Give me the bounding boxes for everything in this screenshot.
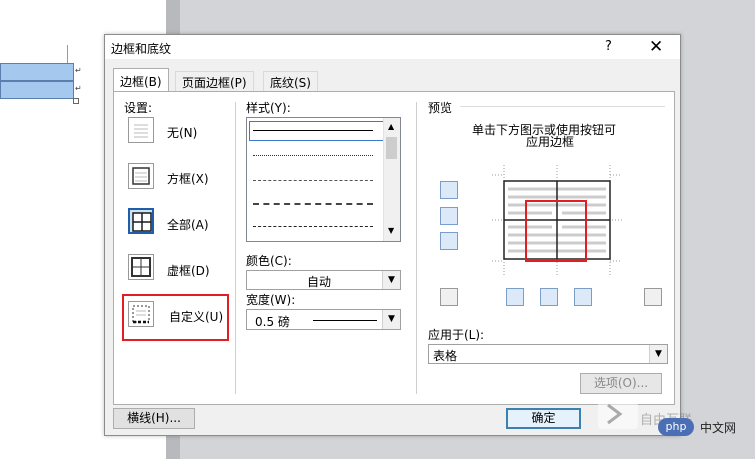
style-label: 样式(Y): — [246, 101, 291, 115]
apply-to-label: 应用于(L): — [428, 328, 485, 342]
setting-none-label[interactable]: 无(N) — [167, 124, 197, 141]
style-listbox[interactable]: ▲ ▼ — [246, 117, 401, 242]
table-cell-selected[interactable] — [0, 63, 74, 81]
inside-vertical-border-button[interactable] — [540, 288, 558, 306]
diagonal-down-border-button[interactable] — [644, 288, 662, 306]
chevron-down-icon[interactable]: ▼ — [649, 345, 667, 363]
preview-rule — [460, 106, 665, 107]
table-resize-handle[interactable] — [73, 98, 79, 104]
top-border-button[interactable] — [440, 181, 458, 199]
preview-label: 预览 — [428, 101, 453, 115]
settings-divider — [235, 102, 236, 394]
table-gridline — [67, 45, 68, 65]
color-select[interactable]: 自动 ▼ — [246, 270, 401, 290]
preview-hint-2: 应用边框 — [526, 135, 575, 149]
color-label: 颜色(C): — [246, 254, 292, 268]
borders-and-shading-dialog: 边框和底纹 ? ✕ 边框(B) 页面边框(P) 底纹(S) 设置: 无(N) 方… — [104, 34, 681, 436]
setting-box-label[interactable]: 方框(X) — [167, 170, 209, 187]
style-item-dashed[interactable] — [253, 203, 373, 205]
width-value: 0.5 磅 — [255, 315, 290, 329]
cell-end-mark: ↵ — [75, 84, 82, 93]
diagonal-up-border-button[interactable] — [440, 288, 458, 306]
border-grid-icon[interactable] — [128, 254, 154, 280]
bottom-border-button[interactable] — [440, 232, 458, 250]
scroll-up-icon[interactable]: ▲ — [388, 122, 394, 131]
watermark-badge: php — [658, 418, 694, 436]
cell-end-mark: ↵ — [75, 66, 82, 75]
horizontal-line-button[interactable]: 横线(H)... — [113, 408, 195, 429]
style-item-solid[interactable] — [253, 130, 373, 131]
style-divider — [416, 102, 417, 394]
width-label: 宽度(W): — [246, 293, 296, 307]
width-sample-line — [313, 320, 377, 321]
dialog-title: 边框和底纹 — [111, 42, 172, 56]
help-button[interactable]: ? — [605, 39, 612, 54]
ok-button[interactable]: 确定 — [506, 408, 581, 429]
scroll-down-icon[interactable]: ▼ — [388, 226, 394, 235]
style-item-dash-dot[interactable] — [253, 226, 373, 227]
logo-icon — [607, 403, 623, 425]
close-button[interactable]: ✕ — [649, 37, 663, 57]
tab-page-border[interactable]: 页面边框(P) — [175, 71, 254, 91]
style-item-dashed-fine[interactable] — [253, 180, 373, 181]
tab-shading[interactable]: 底纹(S) — [263, 71, 318, 91]
style-item-dotted[interactable] — [253, 155, 373, 156]
style-item-selected[interactable] — [249, 121, 384, 141]
custom-highlight-box — [122, 294, 229, 341]
left-border-button[interactable] — [506, 288, 524, 306]
setting-all-label[interactable]: 全部(A) — [167, 216, 209, 233]
apply-to-select[interactable]: 表格 ▼ — [428, 344, 668, 364]
options-button[interactable]: 选项(O)... — [580, 373, 662, 394]
settings-label: 设置: — [124, 101, 153, 115]
right-border-button[interactable] — [574, 288, 592, 306]
scroll-thumb[interactable] — [386, 137, 397, 159]
border-none-icon[interactable] — [128, 117, 154, 143]
setting-grid-label[interactable]: 虚框(D) — [167, 262, 210, 279]
tab-borders[interactable]: 边框(B) — [113, 68, 169, 92]
apply-to-value: 表格 — [433, 349, 458, 363]
watermark-logo — [598, 399, 638, 429]
table-cell-selected[interactable] — [0, 81, 74, 99]
dialog-titlebar: 边框和底纹 ? ✕ — [105, 35, 680, 59]
border-box-icon[interactable] — [128, 163, 154, 189]
style-scrollbar[interactable]: ▲ ▼ — [383, 118, 400, 241]
border-all-icon[interactable] — [128, 208, 154, 234]
chevron-down-icon[interactable]: ▼ — [382, 271, 400, 289]
inside-horizontal-border-button[interactable] — [440, 207, 458, 225]
color-value: 自动 — [307, 275, 332, 289]
width-select[interactable]: 0.5 磅 ▼ — [246, 309, 401, 330]
borders-panel: 设置: 无(N) 方框(X) 全部(A) 虚框(D) 自定义(U) 样式(Y): — [113, 91, 675, 405]
chevron-down-icon[interactable]: ▼ — [382, 310, 400, 329]
border-preview[interactable] — [492, 165, 622, 275]
watermark-text: 中文网 — [700, 421, 737, 435]
